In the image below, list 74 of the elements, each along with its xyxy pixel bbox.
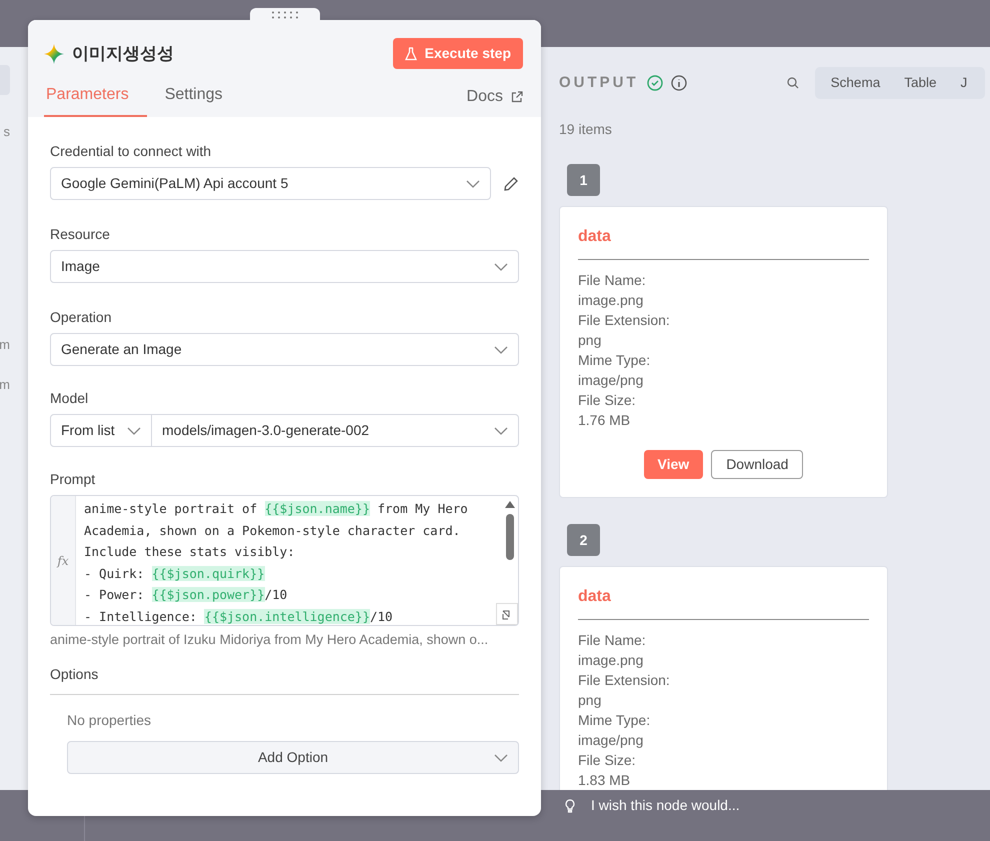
info-icon[interactable] — [670, 75, 687, 91]
resource-select[interactable]: Image — [50, 250, 519, 283]
docs-link[interactable]: Docs — [466, 85, 523, 109]
code-line: Include these stats visibly: — [84, 543, 296, 561]
code-line: - Intelligence: {{$json.intelligence}}/10 — [84, 608, 394, 625]
expand-icon[interactable] — [496, 603, 518, 625]
drag-handle[interactable] — [250, 8, 320, 22]
check-circle-icon — [646, 75, 663, 91]
chevron-down-icon — [127, 426, 141, 434]
credential-select[interactable]: Google Gemini(PaLM) Api account 5 — [50, 167, 491, 200]
node-title: 이미지생성성 — [72, 42, 174, 65]
background-label: m — [0, 336, 10, 354]
field-name: File Name: — [578, 631, 647, 650]
field-name: File Name: — [578, 271, 647, 290]
field-label: Credential to connect with — [50, 142, 212, 161]
field-value: image.png — [578, 651, 644, 670]
download-button[interactable]: Download — [711, 450, 804, 479]
external-link-icon — [511, 91, 523, 103]
grip-icon — [271, 11, 299, 19]
fx-label: fx — [51, 496, 76, 625]
item-count: 19 items — [559, 120, 613, 139]
field-name: File Size: — [578, 391, 637, 410]
feedback-prompt[interactable]: I wish this node would... — [591, 795, 740, 816]
view-tab[interactable]: Table — [892, 72, 948, 94]
field-value: 1.83 MB — [578, 771, 632, 790]
field-value: 1.76 MB — [578, 411, 632, 430]
code-line: anime-style portrait of {{$json.name}} from My Hero — [84, 500, 469, 518]
field-value: png — [578, 691, 602, 710]
prompt-editor[interactable] — [50, 495, 519, 626]
item-index: 1 — [567, 164, 600, 196]
empty-options-text: No properties — [67, 711, 152, 730]
background-label: s — [4, 123, 10, 141]
item-index: 2 — [567, 524, 600, 556]
model-select[interactable]: models/imagen-3.0-generate-002 — [152, 414, 519, 447]
prompt-preview: anime-style portrait of Izuku Midoriya from My Hero Academia, shown o... — [50, 631, 490, 649]
field-name: Mime Type: — [578, 351, 652, 370]
field-label: Model — [50, 389, 90, 408]
add-option-select[interactable]: Add Option — [67, 741, 519, 774]
field-label: Resource — [50, 225, 111, 244]
view-tab[interactable]: J — [948, 72, 980, 94]
chevron-down-icon — [494, 754, 508, 762]
field-name: Mime Type: — [578, 711, 652, 730]
scrollbar-thumb[interactable] — [506, 514, 514, 560]
field-name: File Extension: — [578, 311, 671, 330]
field-value: image.png — [578, 291, 644, 310]
field-value: png — [578, 331, 602, 350]
pencil-icon[interactable] — [503, 176, 519, 192]
field-label: Prompt — [50, 470, 96, 489]
field-value: image/png — [578, 731, 644, 750]
flask-icon — [404, 46, 417, 60]
field-label: Operation — [50, 308, 112, 327]
options-heading: Options — [50, 665, 100, 684]
panel-title: OUTPUT — [559, 72, 639, 93]
sparkle-icon — [44, 44, 64, 64]
view-tab[interactable]: Schema — [818, 72, 892, 94]
chevron-down-icon — [494, 426, 508, 434]
field-name: File Size: — [578, 751, 637, 770]
field-value: image/png — [578, 371, 644, 390]
scroll-up-icon[interactable] — [505, 501, 515, 508]
field-name: File Extension: — [578, 671, 671, 690]
chevron-down-icon — [466, 180, 480, 188]
code-line: Academia, shown on a Pokemon-style character card. — [84, 522, 462, 540]
operation-select[interactable]: Generate an Image — [50, 333, 519, 366]
lightbulb-icon — [565, 798, 575, 812]
mode-select[interactable]: From list — [50, 414, 152, 447]
background-label: m — [0, 376, 10, 394]
card-heading: data — [578, 585, 869, 620]
chevron-down-icon — [494, 346, 508, 354]
search-icon[interactable] — [786, 77, 799, 89]
code-line: - Quirk: {{$json.quirk}} — [84, 564, 266, 583]
code-line: - Power: {{$json.power}}/10 — [84, 586, 288, 604]
card-heading: data — [578, 225, 869, 260]
chevron-down-icon — [494, 262, 508, 270]
tab[interactable]: Settings — [146, 77, 241, 117]
